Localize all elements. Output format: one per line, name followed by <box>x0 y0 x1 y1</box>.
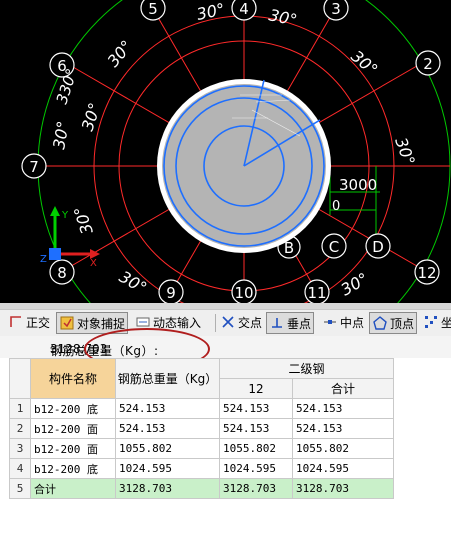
angle-label: 30° <box>391 135 419 168</box>
axis-label-8: 8 <box>57 264 67 282</box>
angle-label: 30° <box>347 47 381 80</box>
cell-weight[interactable]: 1055.802 <box>115 438 220 459</box>
angle-label: 30° <box>78 100 105 133</box>
rebar-summary-table: 构件名称 钢筋总重量（Kg） 二级钢 12 合计 1 b12-200 底 524… <box>9 358 394 499</box>
row-number: 5 <box>9 478 31 499</box>
ortho-toggle[interactable]: 正交 <box>8 312 50 332</box>
column-header-grade: 二级钢 <box>219 358 394 379</box>
row-number: 1 <box>9 398 31 419</box>
cell-sum[interactable]: 1055.802 <box>292 438 394 459</box>
coordinate-label: 坐 <box>441 314 451 331</box>
midpoint-label: 中点 <box>340 315 365 330</box>
intersection-icon <box>222 316 234 328</box>
perpendicular-snap-button[interactable]: 垂点 <box>266 312 315 334</box>
perpendicular-icon <box>272 318 282 328</box>
cell-name[interactable]: b12-200 面 <box>30 418 116 439</box>
axis-label-10: 10 <box>234 284 253 302</box>
row-number: 3 <box>9 438 31 459</box>
cell-d12[interactable]: 524.153 <box>219 398 293 419</box>
midpoint-snap-button[interactable]: 中点 <box>322 312 364 332</box>
angle-label: 30° <box>116 267 150 298</box>
row-number: 2 <box>9 418 31 439</box>
axis-label-7: 7 <box>29 158 39 176</box>
midpoint-icon <box>324 320 336 324</box>
cell-weight[interactable]: 1024.595 <box>115 458 220 479</box>
axis-label-C: C <box>329 238 339 256</box>
perpendicular-label: 垂点 <box>287 316 312 331</box>
cell-weight[interactable]: 3128.703 <box>115 478 220 499</box>
dimension-text-partial: 0 <box>332 199 340 214</box>
cell-name[interactable]: 合计 <box>30 478 116 499</box>
coordinate-snap-button[interactable]: 坐 <box>423 312 451 332</box>
column-header-name[interactable]: 构件名称 <box>30 358 116 399</box>
axis-label-4: 4 <box>239 0 249 18</box>
axis-label-3: 3 <box>331 0 341 18</box>
endpoint-label: 顶点 <box>390 316 415 331</box>
cell-name[interactable]: b12-200 面 <box>30 438 116 459</box>
svg-text:Z: Z <box>40 254 47 265</box>
ortho-icon <box>10 316 21 327</box>
cell-weight[interactable]: 524.153 <box>115 418 220 439</box>
table-row[interactable]: 4 b12-200 底 1024.595 1024.595 1024.595 <box>9 458 394 479</box>
ortho-label: 正交 <box>26 315 51 330</box>
total-weight-bar: 钢筋总重量（Kg）: 3128.703 <box>0 336 451 358</box>
table-row[interactable]: 3 b12-200 面 1055.802 1055.802 1055.802 <box>9 438 394 459</box>
cad-drawing-canvas[interactable]: 2 3 4 5 6 7 8 9 10 11 12 B C D 30° 30° 3… <box>0 0 451 303</box>
column-header-weight[interactable]: 钢筋总重量（Kg） <box>115 358 220 399</box>
cell-d12[interactable]: 1055.802 <box>219 438 293 459</box>
cell-name[interactable]: b12-200 底 <box>30 398 116 419</box>
axis-label-D: D <box>372 238 384 256</box>
svg-text:Y: Y <box>61 210 69 221</box>
axis-label-11: 11 <box>307 284 326 302</box>
cell-name[interactable]: b12-200 底 <box>30 458 116 479</box>
cell-sum[interactable]: 524.153 <box>292 398 394 419</box>
cell-sum[interactable]: 3128.703 <box>292 478 394 499</box>
table-row[interactable]: 1 b12-200 底 524.153 524.153 524.153 <box>9 398 394 419</box>
angle-label: 30° <box>267 5 299 29</box>
angle-label: 30° <box>70 204 97 237</box>
coordinate-icon <box>425 316 437 328</box>
axis-label-12: 12 <box>417 264 436 282</box>
angle-label: 30° <box>104 37 137 71</box>
total-row[interactable]: 5 合计 3128.703 3128.703 3128.703 <box>9 478 394 499</box>
dimension-text: 3000 <box>339 176 377 194</box>
angle-label: 30° <box>49 119 73 150</box>
intersection-snap-button[interactable]: 交点 <box>220 312 262 332</box>
object-snap-label: 对象捕捉 <box>77 316 126 331</box>
cell-sum[interactable]: 1024.595 <box>292 458 394 479</box>
table-row[interactable]: 2 b12-200 面 524.153 524.153 524.153 <box>9 418 394 439</box>
cell-d12[interactable]: 1024.595 <box>219 458 293 479</box>
row-number-header <box>9 358 31 399</box>
svg-text:X: X <box>90 258 97 269</box>
row-number: 4 <box>9 458 31 479</box>
cad-drawing: 2 3 4 5 6 7 8 9 10 11 12 B C D 30° 30° 3… <box>21 0 451 303</box>
object-snap-icon <box>60 316 74 330</box>
cell-weight[interactable]: 524.153 <box>115 398 220 419</box>
axis-label-9: 9 <box>166 284 176 302</box>
column-header-sum[interactable]: 合计 <box>292 378 394 399</box>
intersection-label: 交点 <box>238 315 263 330</box>
snap-toolbar: 正交 对象捕捉 动态输入 交点 垂点 中点 顶点 坐 <box>0 309 451 337</box>
cell-d12[interactable]: 3128.703 <box>219 478 293 499</box>
angle-label: 30° <box>195 0 227 24</box>
axis-label-5: 5 <box>148 0 158 18</box>
cell-d12[interactable]: 524.153 <box>219 418 293 439</box>
axis-label-2: 2 <box>423 55 433 73</box>
column-header-diameter[interactable]: 12 <box>219 378 293 399</box>
endpoint-icon <box>373 316 387 330</box>
endpoint-snap-button[interactable]: 顶点 <box>369 312 418 334</box>
toolbar-separator <box>215 314 216 332</box>
angle-label: 30° <box>338 269 372 300</box>
cell-sum[interactable]: 524.153 <box>292 418 394 439</box>
